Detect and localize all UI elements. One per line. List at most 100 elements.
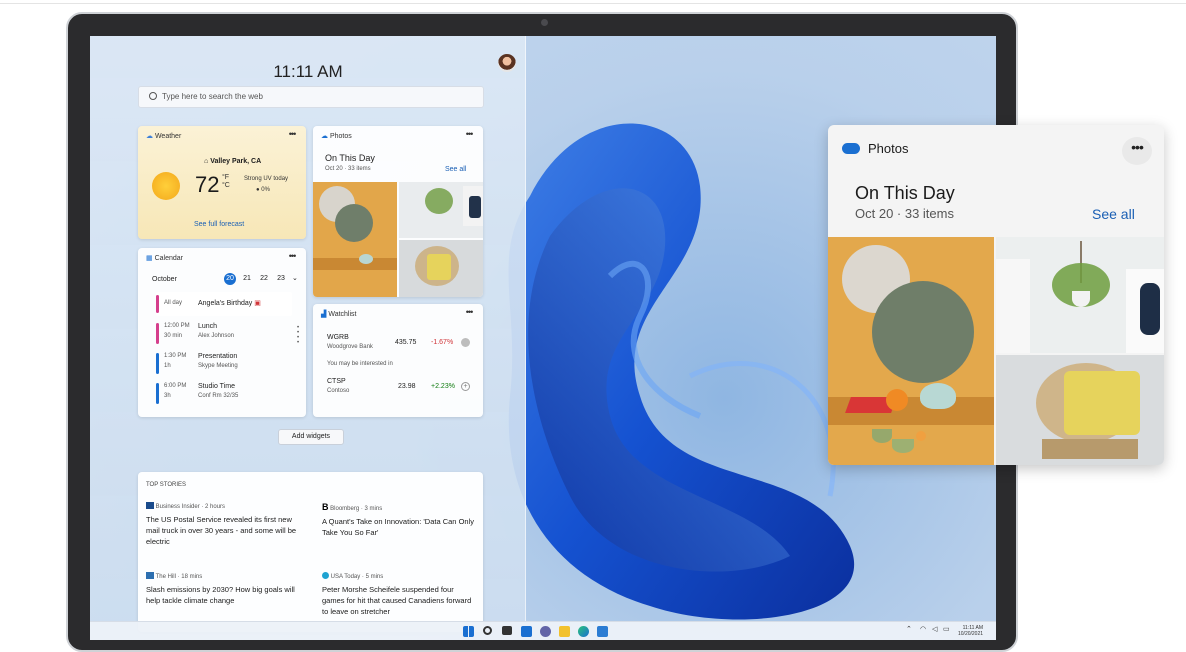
photos-see-all[interactable]: See all bbox=[1092, 206, 1135, 222]
news-source-text: The Hill · 18 mins bbox=[155, 574, 203, 580]
stock-symbol: WGRB bbox=[327, 334, 349, 341]
search-icon[interactable] bbox=[483, 626, 492, 635]
event-title: Presentation bbox=[198, 353, 238, 360]
battery-icon[interactable]: ▭ bbox=[943, 625, 950, 633]
news-story[interactable]: USA Today · 5 mins Peter Morshe Scheifel… bbox=[322, 572, 476, 617]
weather-forecast-link[interactable]: See full forecast bbox=[194, 221, 244, 228]
camera bbox=[541, 19, 548, 26]
stock-price: 435.75 bbox=[395, 339, 417, 346]
photo-tile-2[interactable] bbox=[996, 237, 1164, 353]
photos-sub: Oct 20 · 33 items bbox=[855, 206, 954, 221]
volume-icon[interactable]: ◁ bbox=[932, 625, 937, 633]
weather-more-button[interactable]: ••• bbox=[284, 130, 300, 142]
unit-c[interactable]: °C bbox=[222, 182, 230, 190]
calendar-widget[interactable]: ▦ Calendar ••• October 20 21 22 23 ⌄ All… bbox=[138, 248, 306, 417]
news-header: TOP STORIES bbox=[146, 482, 187, 488]
photo-tile-3[interactable] bbox=[996, 355, 1164, 465]
the-hill-icon bbox=[146, 572, 154, 579]
photo-tile-2[interactable] bbox=[399, 182, 483, 238]
calendar-event[interactable]: 12:00 PM 30 min Lunch Alex Johnson bbox=[156, 321, 292, 346]
photos-heading: On This Day bbox=[325, 153, 375, 163]
news-story[interactable]: The Hill · 18 mins Slash emissions by 20… bbox=[146, 572, 306, 606]
widgets-panel: 11:11 AM Type here to search the web ☁ W… bbox=[90, 36, 526, 632]
add-icon[interactable]: + bbox=[461, 382, 470, 391]
add-widgets-button[interactable]: Add widgets bbox=[278, 429, 344, 445]
photos-widget-enlarged[interactable]: Photos ••• On This Day Oct 20 · 33 items… bbox=[828, 125, 1164, 465]
stock-row[interactable]: CTSP Contoso 23.98 +2.23% + bbox=[327, 378, 475, 398]
cloud-icon: ☁ bbox=[146, 133, 153, 140]
tray-date: 10/20/2021 bbox=[958, 631, 984, 637]
event-time: 12:00 PM bbox=[164, 323, 190, 329]
photos-title-text: Photos bbox=[329, 133, 352, 140]
photos-more-button[interactable]: ••• bbox=[461, 130, 477, 142]
chevron-down-icon[interactable]: ⌄ bbox=[292, 273, 298, 285]
tray-clock[interactable]: 11:11 AM 10/20/2021 bbox=[958, 625, 983, 637]
calendar-day-21[interactable]: 21 bbox=[241, 273, 253, 285]
onedrive-icon: ☁ bbox=[321, 133, 328, 140]
event-duration: 30 min bbox=[164, 333, 183, 339]
wifi-icon[interactable]: ◠ bbox=[920, 625, 926, 633]
calendar-event[interactable]: All day Angela's Birthday ▣ bbox=[156, 292, 292, 316]
news-story[interactable]: B Bloomberg · 3 mins A Quant's Take on I… bbox=[322, 502, 476, 538]
photo-tile-3[interactable] bbox=[399, 240, 483, 297]
news-source-text: Bloomberg · 3 mins bbox=[330, 506, 383, 512]
tray-chevron-icon[interactable]: ⌃ bbox=[906, 625, 912, 633]
calendar-day-20[interactable]: 20 bbox=[224, 273, 236, 285]
stock-row[interactable]: WGRB Woodgrove Bank 435.75 -1.67% bbox=[327, 334, 475, 354]
calendar-day-23[interactable]: 23 bbox=[275, 273, 287, 285]
widgets-icon[interactable] bbox=[521, 626, 532, 637]
photos-heading: On This Day bbox=[855, 183, 955, 203]
photos-see-all[interactable]: See all bbox=[445, 166, 466, 173]
news-source: Business Insider · 2 hours bbox=[146, 502, 306, 510]
store-icon[interactable] bbox=[597, 626, 608, 637]
calendar-event[interactable]: 6:00 PM 3h Studio Time Conf Rm 32/35 bbox=[156, 381, 292, 406]
onedrive-icon bbox=[842, 143, 860, 154]
edge-icon[interactable] bbox=[578, 626, 589, 637]
photos-title: ☁ Photos bbox=[321, 132, 352, 140]
photos-sub: Oct 20 · 33 items bbox=[325, 166, 371, 172]
weather-units: °F °C bbox=[222, 174, 230, 190]
droplet-icon: ● bbox=[256, 187, 260, 193]
event-color-bar bbox=[156, 353, 159, 374]
unit-f[interactable]: °F bbox=[222, 174, 230, 182]
start-icon[interactable] bbox=[463, 626, 474, 637]
photo-tile-1[interactable] bbox=[828, 237, 994, 465]
event-time: 1:30 PM bbox=[164, 353, 187, 359]
watchlist-more-button[interactable]: ••• bbox=[461, 308, 477, 320]
calendar-title-text: Calendar bbox=[154, 255, 183, 262]
event-title: Angela's Birthday ▣ bbox=[198, 299, 261, 307]
calendar-day-22[interactable]: 22 bbox=[258, 273, 270, 285]
event-sub: Alex Johnson bbox=[198, 333, 235, 339]
page-top-rule bbox=[0, 0, 1186, 4]
scroll-dots[interactable]: • • • • bbox=[297, 325, 300, 346]
news-headline: A Quant's Take on Innovation: 'Data Can … bbox=[322, 517, 474, 537]
file-explorer-icon[interactable] bbox=[559, 626, 570, 637]
calendar-month: October bbox=[152, 276, 177, 283]
weather-rain: ● 0% bbox=[256, 187, 270, 193]
chat-icon[interactable] bbox=[540, 626, 551, 637]
event-duration: 3h bbox=[164, 393, 171, 399]
panel-clock: 11:11 AM bbox=[273, 62, 343, 81]
check-icon[interactable] bbox=[461, 338, 470, 347]
search-placeholder: Type here to search the web bbox=[162, 92, 263, 101]
news-story[interactable]: Business Insider · 2 hours The US Postal… bbox=[146, 502, 306, 547]
weather-widget[interactable]: ☁ Weather ••• ⌂ Valley Park, CA 72 °F °C … bbox=[138, 126, 306, 239]
event-time: 6:00 PM bbox=[164, 383, 187, 389]
event-title: Studio Time bbox=[198, 383, 235, 390]
event-color-bar bbox=[156, 323, 159, 344]
user-avatar[interactable] bbox=[498, 54, 516, 72]
photos-widget[interactable]: ☁ Photos ••• On This Day Oct 20 · 33 ite… bbox=[313, 126, 483, 297]
event-color-bar bbox=[156, 295, 159, 313]
search-input[interactable]: Type here to search the web bbox=[138, 86, 484, 108]
calendar-event[interactable]: 1:30 PM 1h Presentation Skype Meeting bbox=[156, 351, 292, 376]
watchlist-widget[interactable]: ▟ Watchlist ••• WGRB Woodgrove Bank 435.… bbox=[313, 304, 483, 417]
event-title-text: Angela's Birthday bbox=[198, 300, 253, 307]
calendar-icon: ▦ bbox=[146, 255, 153, 262]
photos-more-button[interactable]: ••• bbox=[1122, 137, 1152, 165]
photo-tile-1[interactable] bbox=[313, 182, 397, 297]
calendar-more-button[interactable]: ••• bbox=[284, 252, 300, 264]
watchlist-title: ▟ Watchlist bbox=[321, 310, 356, 318]
stock-price: 23.98 bbox=[398, 383, 416, 390]
event-sub: Conf Rm 32/35 bbox=[198, 393, 239, 399]
task-view-icon[interactable] bbox=[502, 626, 512, 635]
